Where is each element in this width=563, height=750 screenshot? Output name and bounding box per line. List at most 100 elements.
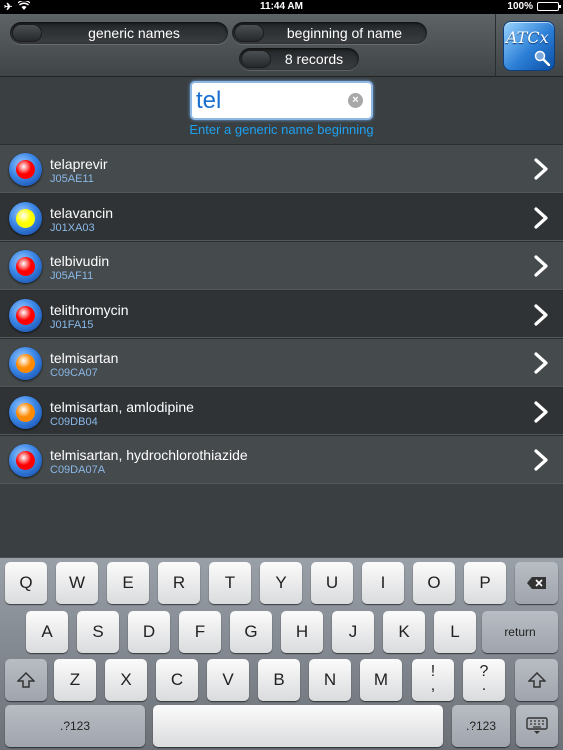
key-exclaim-comma[interactable]: !, [412, 659, 454, 701]
key-j[interactable]: J [332, 611, 374, 653]
key-u[interactable]: U [311, 562, 353, 604]
battery-percent: 100% [507, 1, 533, 12]
keyboard-dismiss-icon [526, 717, 548, 734]
chevron-right-icon [534, 158, 548, 180]
search-field[interactable]: tel × [190, 81, 373, 120]
list-item[interactable]: telbivudin J05AF11 [0, 241, 563, 290]
onscreen-keyboard: Q W E R T Y U I O P A S D F G H J K Lreturn Z X C V B N M!,?. .?12… [0, 557, 563, 750]
backspace-icon [526, 577, 546, 589]
list-item[interactable]: telmisartan, hydrochlorothiazide C09DA07A [0, 435, 563, 484]
atc-code: C09DB04 [50, 415, 98, 428]
key-v[interactable]: V [207, 659, 249, 701]
key-s[interactable]: S [77, 611, 119, 653]
key-l[interactable]: L [434, 611, 476, 653]
drug-name: telbivudin [50, 253, 110, 269]
key-x[interactable]: X [105, 659, 147, 701]
key-a[interactable]: A [26, 611, 68, 653]
space-key[interactable] [153, 705, 443, 747]
key-i[interactable]: I [362, 562, 404, 604]
list-item[interactable]: telaprevir J05AE11 [0, 144, 563, 193]
shift-key-right[interactable] [515, 659, 558, 701]
atc-code: J01FA15 [50, 318, 94, 331]
chevron-right-icon [534, 255, 548, 277]
drug-name: telmisartan [50, 350, 119, 366]
shift-key-left[interactable] [5, 659, 47, 701]
drug-name: telmisartan, hydrochlorothiazide [50, 447, 248, 463]
records-toggle-knob [241, 50, 271, 68]
chevron-right-icon [534, 206, 548, 229]
key-c[interactable]: C [156, 659, 198, 701]
numbers-key-left[interactable]: .?123 [5, 705, 145, 747]
status-dot-fill [16, 305, 35, 325]
key-f[interactable]: F [179, 611, 221, 653]
exclaim-label: ! [430, 663, 436, 680]
records-toggle[interactable]: 8 records [239, 48, 359, 70]
drug-name: telavancin [50, 204, 114, 221]
key-r[interactable]: R [158, 562, 200, 604]
status-dot-icon [9, 395, 42, 429]
list-item[interactable]: telavancin J01XA03 [0, 192, 563, 241]
key-y[interactable]: Y [260, 562, 302, 604]
drug-name: telaprevir [50, 156, 108, 172]
status-dot-icon [9, 201, 42, 235]
mode-toggle-label: generic names [88, 25, 180, 41]
status-dot-fill [16, 451, 35, 470]
atc-code: C09DA07A [50, 464, 106, 476]
question-label: ? [479, 663, 489, 680]
search-input-value[interactable]: tel [196, 87, 221, 115]
key-k[interactable]: K [383, 611, 425, 653]
key-m[interactable]: M [360, 659, 402, 701]
drug-name: telithromycin [50, 301, 129, 318]
key-h[interactable]: H [281, 611, 323, 653]
match-toggle-knob [234, 24, 264, 42]
atc-code: J01XA03 [50, 221, 95, 234]
key-o[interactable]: O [413, 562, 455, 604]
list-item[interactable]: telithromycin J01FA15 [0, 289, 563, 338]
status-dot-fill [16, 257, 35, 276]
magnifier-icon [534, 50, 550, 66]
key-t[interactable]: T [209, 562, 251, 604]
key-d[interactable]: D [128, 611, 170, 653]
top-toolbar: generic names beginning of name 8 record… [0, 14, 563, 77]
key-z[interactable]: Z [54, 659, 96, 701]
key-b[interactable]: B [258, 659, 300, 701]
return-key[interactable]: return [482, 611, 558, 653]
status-dot-icon [9, 444, 42, 477]
shift-icon [16, 671, 36, 688]
list-item[interactable]: telmisartan, amlodipine C09DB04 [0, 386, 563, 435]
battery-icon [537, 2, 561, 11]
backspace-key[interactable] [515, 562, 558, 604]
key-g[interactable]: G [230, 611, 272, 653]
key-e[interactable]: E [107, 562, 149, 604]
list-item[interactable]: telmisartan C09CA07 [0, 338, 563, 387]
key-q[interactable]: Q [5, 562, 47, 604]
key-question-period[interactable]: ?. [463, 659, 505, 701]
mode-toggle[interactable]: generic names [10, 22, 228, 44]
chevron-right-icon [534, 449, 548, 471]
clear-icon[interactable]: × [348, 93, 363, 108]
atc-code: C09CA07 [50, 367, 98, 379]
chevron-right-icon [534, 400, 548, 423]
status-dot-icon [9, 298, 42, 332]
key-p[interactable]: P [464, 562, 506, 604]
key-w[interactable]: W [56, 562, 98, 604]
match-toggle[interactable]: beginning of name [232, 22, 427, 44]
comma-label: , [430, 677, 436, 694]
shift-icon [526, 671, 547, 688]
status-dot-icon [9, 347, 42, 380]
chevron-right-icon [534, 352, 548, 374]
atcx-logo-text: ATCx [506, 28, 549, 47]
search-hint: Enter a generic name beginning [189, 122, 374, 137]
chevron-right-icon [534, 303, 548, 326]
atc-code: J05AF11 [50, 270, 94, 282]
key-n[interactable]: N [309, 659, 351, 701]
numbers-key-right[interactable]: .?123 [452, 705, 510, 747]
results-list: telaprevir J05AE11 telavancin J01XA03 telbiv… [0, 144, 563, 484]
status-dot-icon [9, 153, 42, 186]
status-dot-icon [9, 250, 42, 283]
atcx-logo-button[interactable]: ATCx [503, 21, 555, 71]
status-time: 11:44 AM [260, 1, 303, 12]
period-label: . [481, 677, 487, 694]
dismiss-keyboard-key[interactable] [516, 705, 558, 747]
status-dot-fill [16, 402, 35, 422]
